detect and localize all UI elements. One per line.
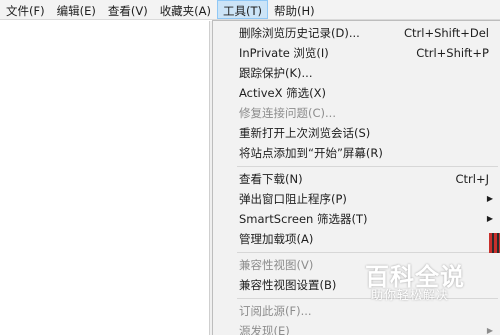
menu-item-reopen-session[interactable]: 重新打开上次浏览会话(S) <box>213 123 500 143</box>
menu-item-label: 查看下载(N) <box>239 172 303 186</box>
menu-separator <box>237 166 498 167</box>
menu-item-label: 管理加载项(A) <box>239 232 314 246</box>
menu-item-label: 兼容性视图设置(B) <box>239 278 337 292</box>
background-page-edge <box>489 233 500 253</box>
menu-favorites[interactable]: 收藏夹(A) <box>154 0 217 19</box>
menu-item-tracking-protection[interactable]: 跟踪保护(K)... <box>213 63 500 83</box>
menu-item-label: 删除浏览历史记录(D)... <box>239 26 360 40</box>
menu-item-smartscreen[interactable]: SmartScreen 筛选器(T) ▶ <box>213 209 500 229</box>
menu-item-popup-blocker[interactable]: 弹出窗口阻止程序(P) ▶ <box>213 189 500 209</box>
menu-item-label: 订阅此源(F)... <box>239 304 312 318</box>
menu-item-inprivate[interactable]: InPrivate 浏览(I) Ctrl+Shift+P <box>213 43 500 63</box>
menu-item-label: ActiveX 筛选(X) <box>239 86 326 100</box>
menu-item-fix-connection: 修复连接问题(C)... <box>213 103 500 123</box>
menu-view[interactable]: 查看(V) <box>102 0 154 19</box>
menu-item-label: 修复连接问题(C)... <box>239 106 336 120</box>
menu-item-label: 将站点添加到“开始”屏幕(R) <box>239 146 383 160</box>
menu-item-manage-addons[interactable]: 管理加载项(A) <box>213 229 500 249</box>
menu-item-label: 弹出窗口阻止程序(P) <box>239 192 347 206</box>
menu-item-shortcut: Ctrl+J <box>455 172 490 186</box>
menu-file[interactable]: 文件(F) <box>0 0 51 19</box>
menu-tools[interactable]: 工具(T) <box>217 0 269 19</box>
submenu-arrow-icon: ▶ <box>486 194 493 203</box>
menu-item-label: InPrivate 浏览(I) <box>239 46 329 60</box>
menu-item-add-to-start[interactable]: 将站点添加到“开始”屏幕(R) <box>213 143 500 163</box>
menu-help[interactable]: 帮助(H) <box>268 0 321 19</box>
watermark-subtitle: 助你轻松解决 <box>371 288 450 302</box>
menu-item-label: 跟踪保护(K)... <box>239 66 313 80</box>
menu-item-shortcut: Ctrl+Shift+P <box>416 46 489 60</box>
menu-item-view-downloads[interactable]: 查看下载(N) Ctrl+J <box>213 169 500 189</box>
menu-bar: 文件(F) 编辑(E) 查看(V) 收藏夹(A) 工具(T) 帮助(H) <box>0 0 500 20</box>
menu-item-activex-filter[interactable]: ActiveX 筛选(X) <box>213 83 500 103</box>
menu-edit[interactable]: 编辑(E) <box>51 0 102 19</box>
menu-item-label: SmartScreen 筛选器(T) <box>239 212 368 226</box>
watermark: 百科全说 助你轻松解决 <box>349 248 467 310</box>
menu-item-label: 重新打开上次浏览会话(S) <box>239 126 371 140</box>
submenu-arrow-icon: ▶ <box>486 326 493 335</box>
menu-item-label: 兼容性视图(V) <box>239 258 314 272</box>
menu-item-delete-history[interactable]: 删除浏览历史记录(D)... Ctrl+Shift+Del <box>213 23 500 43</box>
submenu-arrow-icon: ▶ <box>486 214 493 223</box>
menu-item-label: 源发现(E) <box>239 324 290 335</box>
menu-item-feed-discovery: 源发现(E) ▶ <box>213 321 500 335</box>
menu-item-shortcut: Ctrl+Shift+Del <box>404 26 489 40</box>
